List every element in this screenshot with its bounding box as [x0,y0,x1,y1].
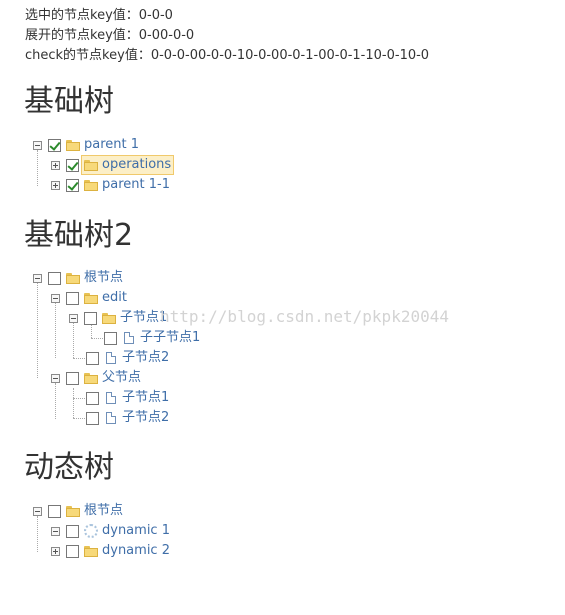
expand-switch-icon[interactable] [51,180,60,190]
node-label[interactable]: 子节点2 [122,349,169,367]
selected-keys-text: 选中的节点key值：0-0-0 [25,8,173,23]
node-label[interactable]: 子节点1 [122,389,169,407]
tree2-sub2-node[interactable]: 子节点2 [86,349,169,367]
checkbox[interactable] [66,524,79,538]
checkbox[interactable] [84,311,97,325]
collapse-switch-icon[interactable] [69,313,78,323]
expanded-keys-text: 展开的节点key值：0-00-0-0 [25,28,195,43]
folder-icon [84,372,98,384]
node-label[interactable]: parent 1 [84,136,139,154]
selected-node-label-box[interactable]: operations [81,155,175,175]
expand-switch-icon[interactable] [51,160,60,170]
tree3-root-node[interactable]: 根节点 [33,502,123,520]
tree2-subsub1-node[interactable]: 子子节点1 [104,329,200,347]
checkbox[interactable] [104,331,117,345]
collapse-switch-icon[interactable] [33,273,42,283]
collapse-switch-icon[interactable] [51,373,60,383]
tree2-edit-node[interactable]: edit [51,289,127,307]
node-label[interactable]: 根节点 [84,502,123,520]
tree2-root-node[interactable]: 根节点 [33,269,123,287]
node-label[interactable]: dynamic 1 [102,522,170,540]
collapse-switch-icon[interactable] [51,526,60,536]
node-label[interactable]: dynamic 2 [102,542,170,560]
checkbox[interactable] [86,411,99,425]
node-label[interactable]: 父节点 [102,369,141,387]
folder-icon [84,179,98,191]
watermark: http://blog.csdn.net/pkpk20044 [160,307,449,326]
tree3-dynamic1-node[interactable]: dynamic 1 [51,522,170,540]
file-icon [106,352,116,364]
tree1-child-parent-1-1[interactable]: parent 1-1 [51,176,170,194]
folder-icon [102,312,116,324]
checkbox[interactable] [66,178,79,192]
folder-icon [84,159,98,171]
tree2-parent-sub1-node[interactable]: 子节点1 [86,389,169,407]
checkbox[interactable] [48,504,61,518]
tree1-title: 基础树 [24,84,114,119]
node-label[interactable]: 根节点 [84,269,123,287]
collapse-switch-icon[interactable] [51,293,60,303]
checkbox[interactable] [48,271,61,285]
node-label[interactable]: parent 1-1 [102,176,170,194]
folder-icon [84,545,98,557]
tree2-title: 基础树2 [24,218,134,253]
folder-icon [66,139,80,151]
tree2-sub1-node[interactable]: 子节点1 [69,309,167,327]
file-icon [124,332,134,344]
folder-icon [84,292,98,304]
file-icon [106,412,116,424]
expand-switch-icon[interactable] [51,546,60,556]
checkbox[interactable] [66,291,79,305]
tree3-title: 动态树 [24,450,114,485]
collapse-switch-icon[interactable] [33,506,42,516]
tree3-dynamic2-node[interactable]: dynamic 2 [51,542,170,560]
tree1-root-node[interactable]: parent 1 [33,136,139,154]
node-label: operations [102,157,172,172]
tree1-child-operations[interactable]: operations [51,155,175,175]
checked-keys-text: check的节点key值：0-0-0-00-0-0-10-0-00-0-1-00… [25,48,430,63]
node-label[interactable]: 子节点2 [122,409,169,427]
file-icon [106,392,116,404]
node-label[interactable]: 子子节点1 [140,329,200,347]
loading-spinner-icon [84,524,98,538]
checkbox[interactable] [66,544,79,558]
tree2-parent-sub2-node[interactable]: 子节点2 [86,409,169,427]
checkbox[interactable] [66,158,79,172]
folder-icon [66,505,80,517]
tree2-parent-node[interactable]: 父节点 [51,369,141,387]
checkbox[interactable] [48,138,61,152]
checkbox[interactable] [86,351,99,365]
checkbox[interactable] [66,371,79,385]
node-label[interactable]: edit [102,289,127,307]
folder-icon [66,272,80,284]
collapse-switch-icon[interactable] [33,140,42,150]
checkbox[interactable] [86,391,99,405]
